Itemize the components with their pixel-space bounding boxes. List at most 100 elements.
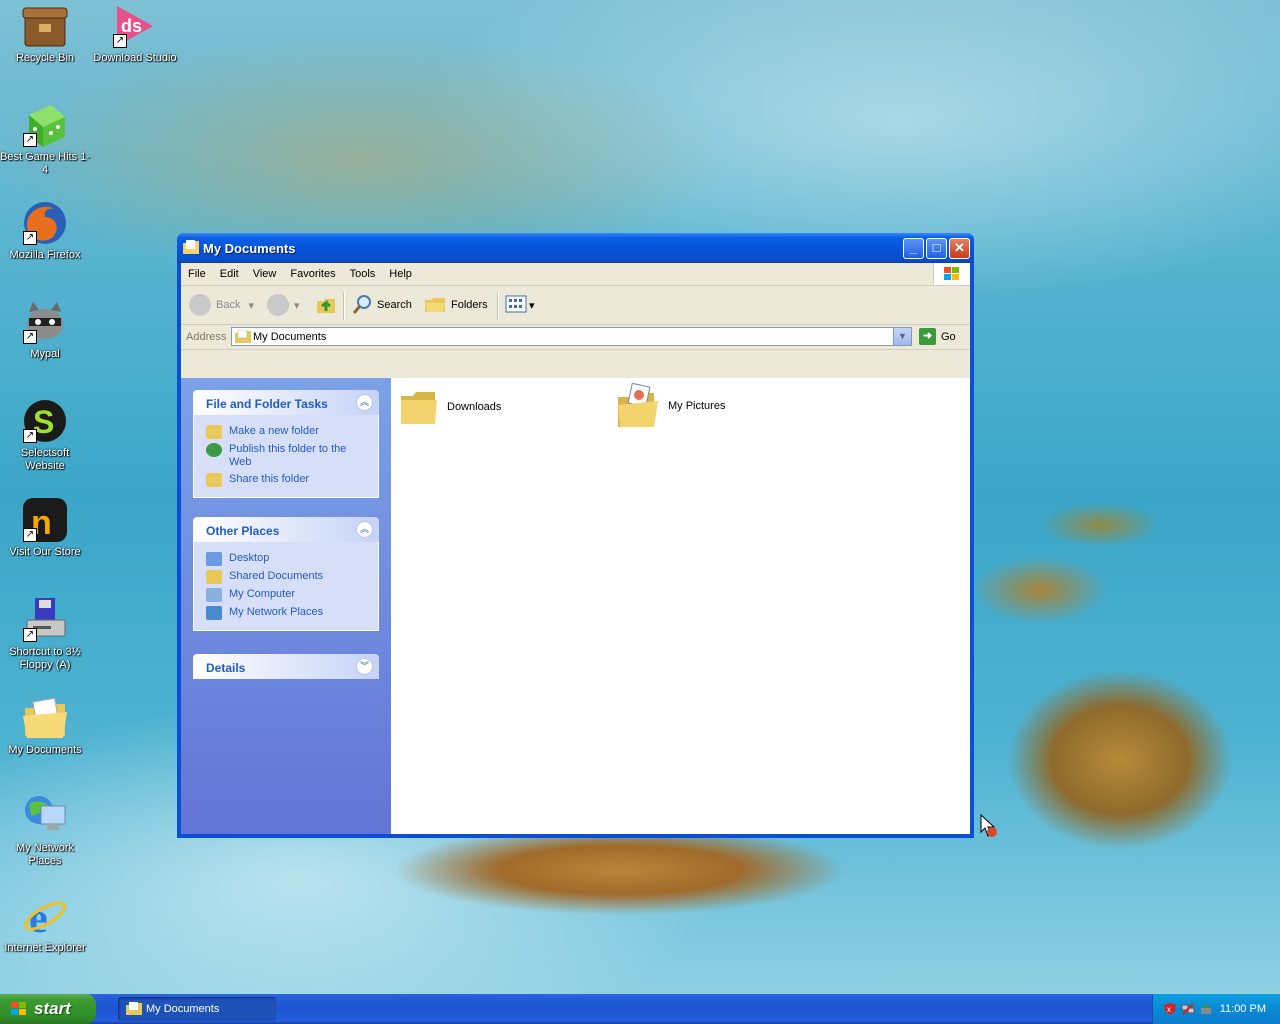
- go-label: Go: [941, 330, 956, 343]
- desktop-icon-visit-our-store[interactable]: n ↗ Visit Our Store: [0, 496, 90, 559]
- desktop-icon-mypal[interactable]: ↗ Mypal: [0, 298, 90, 361]
- folder-item-my-pictures[interactable]: My Pictures: [616, 383, 725, 429]
- folders-label: Folders: [451, 299, 488, 311]
- panel-header[interactable]: Other Places ︽: [193, 517, 379, 542]
- toolbar-separator: [343, 292, 345, 320]
- up-folder-icon: [315, 293, 337, 318]
- panel-body: Make a new folder Publish this folder to…: [193, 415, 379, 498]
- panel-title: Other Places: [206, 524, 280, 538]
- up-folder-button[interactable]: [315, 294, 337, 316]
- place-shared-documents[interactable]: Shared Documents: [206, 570, 368, 584]
- network-connections-icon[interactable]: [1181, 1002, 1195, 1016]
- chevron-down-icon: ▼: [898, 331, 907, 341]
- desktop-icon-label: My Network Places: [15, 842, 75, 867]
- shortcut-arrow-icon: ↗: [113, 34, 127, 48]
- forward-arrow-icon: [267, 294, 289, 316]
- toolbar: Back ▾ ▾ Search Folders ▾: [181, 286, 970, 325]
- desktop-icon-selectsoft-website[interactable]: S ↗ Selectsoft Website: [0, 397, 90, 473]
- shortcut-arrow-icon: ↗: [23, 429, 37, 443]
- folder-icon: [401, 392, 437, 424]
- share-folder-icon: [206, 473, 222, 487]
- menu-view[interactable]: View: [246, 263, 284, 280]
- taskbar-button-label: My Documents: [146, 1003, 220, 1015]
- desktop-icon-floppy[interactable]: ↗ Shortcut to 3½ Floppy (A): [0, 596, 90, 672]
- security-shield-icon[interactable]: x: [1163, 1002, 1177, 1016]
- desktop-icon-mozilla-firefox[interactable]: ↗ Mozilla Firefox: [0, 199, 90, 262]
- start-button[interactable]: start: [0, 994, 96, 1024]
- menu-bar: File Edit View Favorites Tools Help: [181, 263, 970, 286]
- back-button[interactable]: Back ▾: [189, 294, 254, 316]
- title-bar[interactable]: My Documents _ □ ✕: [177, 233, 974, 263]
- folder-icon: [235, 330, 251, 343]
- maximize-button[interactable]: □: [926, 238, 947, 259]
- address-dropdown-button[interactable]: ▼: [893, 328, 911, 345]
- back-arrow-icon: [189, 294, 211, 316]
- desktop-icon-label: Mypal: [30, 348, 60, 360]
- folders-button[interactable]: Folders: [424, 294, 488, 316]
- menu-favorites[interactable]: Favorites: [283, 263, 342, 280]
- maximize-icon: □: [932, 240, 941, 255]
- menu-edit[interactable]: Edit: [213, 263, 246, 280]
- svg-text:e: e: [29, 896, 48, 940]
- place-label: Desktop: [229, 552, 270, 564]
- my-pictures-folder-icon: [618, 383, 658, 427]
- shared-folder-icon: [206, 570, 222, 584]
- go-button[interactable]: ➜ Go: [919, 328, 956, 345]
- desktop-icon-recycle-bin[interactable]: Recycle Bin: [0, 2, 90, 65]
- task-make-new-folder[interactable]: Make a new folder: [206, 425, 368, 439]
- collapse-chevron-icon[interactable]: ︽: [356, 521, 373, 538]
- desktop-icon-label: Shortcut to 3½ Floppy (A): [9, 646, 81, 671]
- windows-logo-icon: [933, 263, 970, 285]
- place-my-network-places[interactable]: My Network Places: [206, 606, 368, 620]
- desktop-icon-my-documents[interactable]: My Documents: [0, 694, 90, 757]
- folder-item-downloads[interactable]: Downloads: [399, 388, 501, 426]
- desktop-icon-label: Visit Our Store: [9, 546, 81, 558]
- search-button[interactable]: Search: [351, 294, 412, 316]
- search-icon: [351, 293, 373, 318]
- shortcut-arrow-icon: ↗: [23, 330, 37, 344]
- safely-remove-hardware-icon[interactable]: [1199, 1002, 1213, 1016]
- desktop-icon-download-studio[interactable]: ds ↗ Download Studio: [90, 2, 180, 65]
- views-button[interactable]: ▾: [505, 294, 535, 316]
- desktop-icon-my-network-places[interactable]: My Network Places: [0, 792, 90, 868]
- collapse-chevron-icon[interactable]: ︽: [356, 394, 373, 411]
- close-icon: ✕: [954, 240, 965, 255]
- shortcut-arrow-icon: ↗: [23, 231, 37, 245]
- menu-tools[interactable]: Tools: [343, 263, 383, 280]
- desktop-icon-internet-explorer[interactable]: e Internet Explorer: [0, 892, 90, 955]
- store-icon: n ↗: [21, 496, 69, 544]
- task-share-folder[interactable]: Share this folder: [206, 473, 368, 487]
- place-my-computer[interactable]: My Computer: [206, 588, 368, 602]
- panel-header[interactable]: Details ︾: [193, 654, 379, 679]
- minimize-button[interactable]: _: [903, 238, 924, 259]
- dice-icon: ↗: [21, 101, 69, 149]
- explorer-window: My Documents _ □ ✕ File Edit View Favorites…: [177, 233, 974, 838]
- other-places-panel: Other Places ︽ Desktop Shared Documents …: [193, 517, 379, 631]
- desktop-icon: [206, 552, 222, 566]
- go-arrow-icon: ➜: [919, 328, 936, 345]
- expand-chevron-icon[interactable]: ︾: [356, 658, 373, 675]
- computer-icon: [206, 588, 222, 602]
- task-publish-folder[interactable]: Publish this folder to the Web: [206, 443, 368, 469]
- floppy-drive-icon: ↗: [21, 596, 69, 644]
- taskbar-button-my-documents[interactable]: My Documents: [118, 997, 276, 1021]
- close-button[interactable]: ✕: [949, 238, 970, 259]
- clock[interactable]: 11:00 PM: [1220, 1003, 1266, 1015]
- menu-help[interactable]: Help: [382, 263, 419, 280]
- menu-file[interactable]: File: [181, 263, 213, 280]
- folder-icon: [183, 240, 199, 254]
- desktop-icon-best-game-hits[interactable]: ↗ Best Game Hits 1-4: [0, 101, 90, 177]
- shortcut-arrow-icon: ↗: [23, 133, 37, 147]
- file-label: My Pictures: [668, 400, 726, 412]
- globe-icon: [206, 443, 222, 457]
- task-label: Share this folder: [229, 473, 310, 485]
- task-label: Publish this folder to the Web: [229, 443, 347, 468]
- address-input[interactable]: My Documents ▼: [231, 327, 912, 346]
- search-label: Search: [377, 299, 412, 311]
- panel-title: Details: [206, 661, 246, 675]
- place-desktop[interactable]: Desktop: [206, 552, 368, 566]
- panel-header[interactable]: File and Folder Tasks ︽: [193, 390, 379, 415]
- download-studio-icon: ds ↗: [111, 2, 159, 50]
- forward-dropdown-icon: ▾: [294, 299, 300, 312]
- forward-button[interactable]: ▾: [267, 294, 300, 316]
